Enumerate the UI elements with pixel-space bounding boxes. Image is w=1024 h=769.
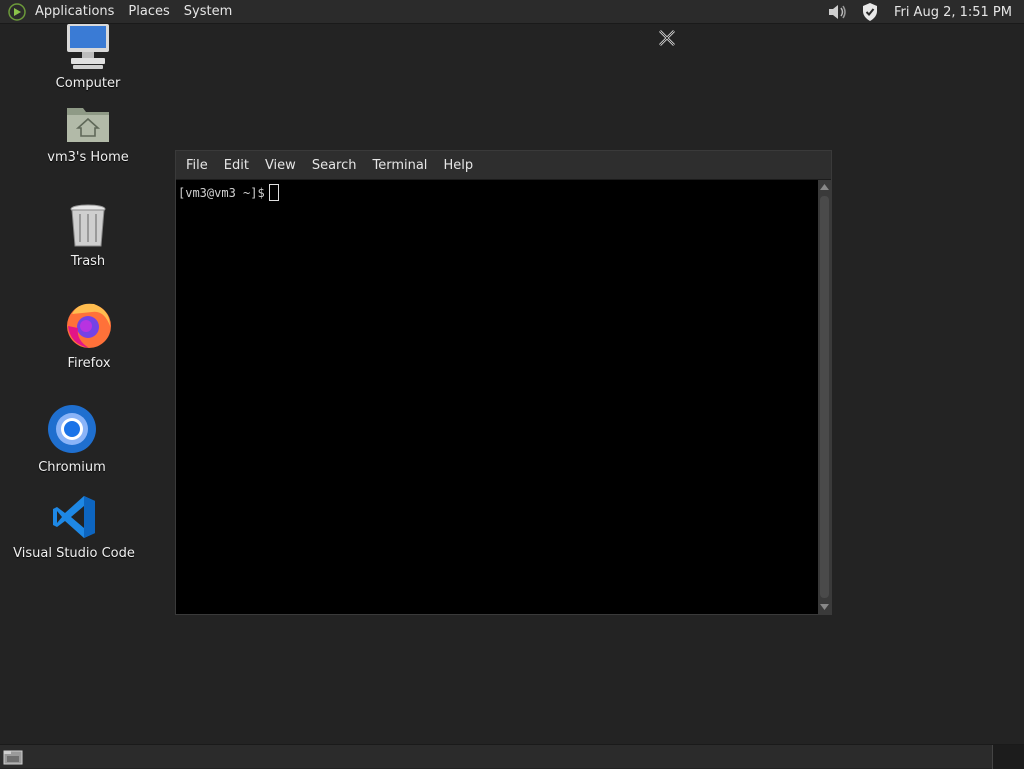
places-menu[interactable]: Places: [121, 0, 176, 24]
terminal-menu-edit[interactable]: Edit: [216, 151, 257, 180]
desktop-icon-label: Trash: [70, 254, 106, 269]
home-folder-icon: [65, 104, 111, 148]
applications-menu-icon[interactable]: [8, 2, 26, 21]
scroll-up-icon[interactable]: [818, 180, 831, 194]
workspace-switcher[interactable]: [992, 745, 1024, 769]
desktop-icon-computer[interactable]: Computer: [28, 24, 148, 91]
scrollbar-thumb[interactable]: [820, 196, 829, 598]
desktop-icon-trash[interactable]: Trash: [28, 204, 148, 269]
show-desktop-icon[interactable]: [2, 748, 24, 766]
desktop-icon-chromium[interactable]: Chromium: [12, 404, 132, 475]
desktop-icon-home[interactable]: vm3's Home: [28, 104, 148, 165]
desktop-icon-label: Firefox: [67, 356, 111, 371]
terminal-menu-view[interactable]: View: [257, 151, 304, 180]
chromium-icon: [47, 404, 97, 458]
bottom-panel: [0, 744, 1024, 769]
terminal-menu-help[interactable]: Help: [435, 151, 481, 180]
clock[interactable]: Fri Aug 2, 1:51 PM: [890, 5, 1024, 20]
terminal-menu-terminal[interactable]: Terminal: [364, 151, 435, 180]
terminal-output[interactable]: [vm3@vm3 ~]$: [176, 180, 818, 614]
scroll-down-icon[interactable]: [818, 600, 831, 614]
desktop-icon-firefox[interactable]: Firefox: [29, 300, 149, 371]
text-cursor: [268, 184, 279, 201]
computer-icon: [63, 24, 113, 74]
desktop-icon-label: Computer: [55, 76, 121, 91]
terminal-menu-search[interactable]: Search: [304, 151, 365, 180]
firefox-icon: [64, 300, 114, 354]
shell-prompt: [vm3@vm3 ~]$: [178, 186, 265, 200]
system-menu[interactable]: System: [177, 0, 239, 24]
terminal-menubar: File Edit View Search Terminal Help: [176, 151, 831, 180]
close-icon[interactable]: [657, 28, 677, 48]
desktop-icon-label: Visual Studio Code: [13, 546, 135, 561]
terminal-scrollbar[interactable]: [818, 180, 831, 614]
trash-icon: [68, 204, 108, 252]
top-panel: Applications Places System Fri Aug 2, 1:…: [0, 0, 1024, 24]
volume-icon[interactable]: [826, 0, 850, 24]
applications-menu[interactable]: Applications: [28, 0, 121, 24]
shield-icon[interactable]: [858, 0, 882, 24]
terminal-menu-file[interactable]: File: [178, 151, 216, 180]
desktop-icon-vscode[interactable]: Visual Studio Code: [13, 494, 135, 561]
desktop-icon-label: vm3's Home: [47, 150, 129, 165]
terminal-window[interactable]: File Edit View Search Terminal Help [vm3…: [175, 150, 832, 615]
system-tray: Fri Aug 2, 1:51 PM: [826, 0, 1024, 24]
vscode-icon: [51, 494, 97, 544]
desktop-icon-label: Chromium: [38, 460, 106, 475]
